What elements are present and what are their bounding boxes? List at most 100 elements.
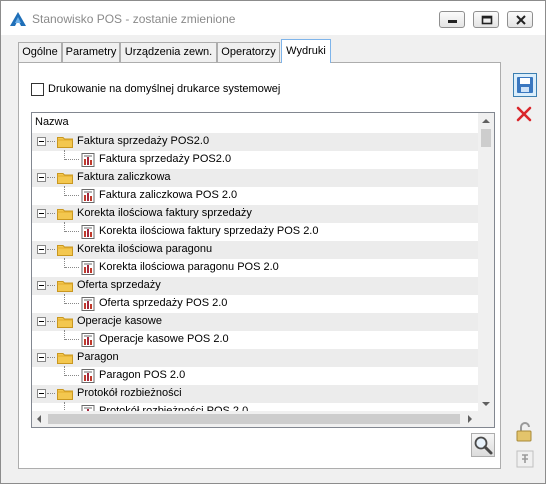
collapse-toggle[interactable]: [37, 245, 46, 254]
folder-icon: [57, 353, 73, 364]
report-icon: [81, 333, 95, 347]
tree-group-label: Faktura sprzedaży POS2.0: [77, 135, 210, 147]
tree-report-row[interactable]: Paragon POS 2.0: [32, 366, 479, 385]
tree-connector: [47, 141, 55, 142]
folder-icon: [57, 209, 73, 220]
padlock-icon: [516, 422, 532, 442]
tree-connector: [65, 231, 79, 232]
save-button[interactable]: [513, 73, 537, 97]
tree-report-row[interactable]: Korekta ilościowa faktury sprzedaży POS …: [32, 222, 479, 241]
tab-parametry[interactable]: Parametry: [62, 42, 120, 63]
column-header-nazwa[interactable]: Nazwa: [35, 116, 69, 128]
tree-report-label: Faktura sprzedaży POS2.0: [99, 153, 232, 165]
tree-connector: [65, 159, 79, 160]
folder-icon: [57, 173, 73, 184]
tree-group-label: Korekta ilościowa faktury sprzedaży: [77, 207, 252, 219]
scrollbar-corner: [478, 411, 494, 427]
tree-connector: [47, 249, 55, 250]
tab-label: Wydruki: [286, 45, 326, 57]
maximize-button[interactable]: [473, 11, 499, 28]
tree-report-row[interactable]: Faktura sprzedaży POS2.0: [32, 150, 479, 169]
collapse-toggle[interactable]: [37, 389, 46, 398]
report-icon: [81, 189, 95, 203]
lock-button[interactable]: [513, 420, 537, 444]
window-title: Stanowisko POS - zostanie zmienione: [32, 12, 236, 26]
tab-label: Parametry: [65, 46, 117, 58]
maximize-icon: [481, 15, 493, 25]
cancel-icon: [516, 106, 532, 122]
tree-report-row[interactable]: Faktura zaliczkowa POS 2.0: [32, 186, 479, 205]
tree-group-row[interactable]: Korekta ilościowa faktury sprzedaży: [32, 205, 479, 223]
tree-group-label: Paragon: [77, 351, 119, 363]
tree-connector: [65, 267, 79, 268]
folder-icon: [57, 389, 73, 400]
tree-connector: [65, 375, 79, 376]
collapse-toggle[interactable]: [37, 137, 46, 146]
folder-icon: [57, 317, 73, 328]
close-icon: [516, 15, 526, 25]
tab-wydruki[interactable]: Wydruki: [281, 39, 331, 63]
collapse-toggle[interactable]: [37, 173, 46, 182]
collapse-toggle[interactable]: [37, 317, 46, 326]
tree-connector: [65, 195, 79, 196]
close-button[interactable]: [507, 11, 533, 28]
tree-group-row[interactable]: Oferta sprzedaży: [32, 277, 479, 295]
collapse-toggle[interactable]: [37, 209, 46, 218]
tree-group-label: Faktura zaliczkowa: [77, 171, 171, 183]
tree-report-row[interactable]: Korekta ilościowa paragonu POS 2.0: [32, 258, 479, 277]
tree-report-label: Faktura zaliczkowa POS 2.0: [99, 189, 238, 201]
tree-connector: [47, 357, 55, 358]
tree-report-row[interactable]: Operacje kasowe POS 2.0: [32, 330, 479, 349]
tree-group-row[interactable]: Korekta ilościowa paragonu: [32, 241, 479, 259]
horizontal-scrollbar[interactable]: [32, 411, 478, 427]
vertical-scrollbar[interactable]: [478, 113, 494, 412]
tree-group-row[interactable]: Paragon: [32, 349, 479, 367]
minimize-icon: [448, 20, 457, 23]
folder-icon: [57, 281, 73, 292]
app-logo-icon: [10, 12, 26, 26]
scroll-right-arrow[interactable]: [468, 415, 472, 423]
tree-report-label: Paragon POS 2.0: [99, 369, 186, 381]
tree-report-label: Oferta sprzedaży POS 2.0: [99, 297, 228, 309]
tree-group-row[interactable]: Operacje kasowe: [32, 313, 479, 331]
tab-label: Ogólne: [22, 46, 58, 58]
tree-connector: [65, 339, 79, 340]
pin-button[interactable]: [513, 447, 537, 471]
scroll-up-arrow[interactable]: [482, 119, 490, 123]
vertical-scroll-thumb[interactable]: [481, 129, 491, 147]
tree-group-label: Protokół rozbieżności: [77, 387, 182, 399]
collapse-toggle[interactable]: [37, 281, 46, 290]
report-icon: [81, 261, 95, 275]
tree-group-row[interactable]: Faktura sprzedaży POS2.0: [32, 133, 479, 151]
tree-connector: [65, 303, 79, 304]
tab-operatorzy[interactable]: Operatorzy: [217, 42, 280, 63]
report-icon: [81, 297, 95, 311]
printouts-tree[interactable]: Nazwa Faktura sprzedaży POS2.0 Faktura sp…: [31, 112, 495, 428]
tab-label: Operatorzy: [221, 46, 276, 58]
scroll-left-arrow[interactable]: [37, 415, 41, 423]
minimize-button[interactable]: [439, 11, 465, 28]
tree-connector: [47, 285, 55, 286]
tree-report-row[interactable]: Oferta sprzedaży POS 2.0: [32, 294, 479, 313]
default-printer-label: Drukowanie na domyślnej drukarce systemo…: [48, 83, 281, 95]
tree-connector: [47, 393, 55, 394]
tree-group-row[interactable]: Faktura zaliczkowa: [32, 169, 479, 187]
title-bar[interactable]: Stanowisko POS - zostanie zmienione: [1, 1, 545, 35]
tree-connector: [47, 213, 55, 214]
tree-report-label: Operacje kasowe POS 2.0: [99, 333, 229, 345]
default-printer-checkbox[interactable]: [31, 83, 44, 96]
scroll-down-arrow[interactable]: [482, 402, 490, 406]
tree-connector: [47, 177, 55, 178]
folder-icon: [57, 137, 73, 148]
tab-ogolne[interactable]: Ogólne: [18, 42, 62, 63]
cancel-button[interactable]: [513, 103, 537, 127]
tree-group-label: Operacje kasowe: [77, 315, 162, 327]
tab-urzadzenia[interactable]: Urządzenia zewn.: [120, 42, 217, 63]
collapse-toggle[interactable]: [37, 353, 46, 362]
pin-icon: [516, 450, 534, 468]
zoom-button[interactable]: [471, 433, 495, 457]
horizontal-scroll-thumb[interactable]: [48, 414, 460, 424]
tree-group-row[interactable]: Protokół rozbieżności: [32, 385, 479, 403]
tree-report-label: Korekta ilościowa faktury sprzedaży POS …: [99, 225, 319, 237]
magnifier-icon: [474, 436, 493, 455]
